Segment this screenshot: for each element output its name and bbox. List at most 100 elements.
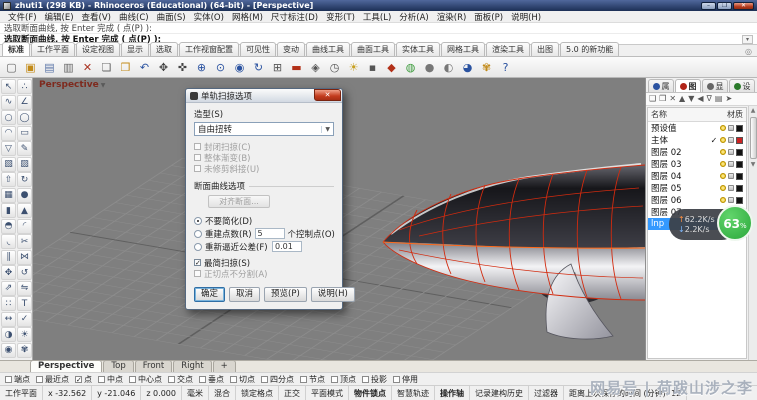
viewport-tab[interactable]: Perspective — [30, 360, 102, 372]
command-dropdown-icon[interactable]: ▾ — [742, 35, 753, 44]
menu-item[interactable]: 网格(M) — [228, 11, 267, 23]
maximize-button[interactable]: ❐ — [717, 2, 732, 10]
tool-palette-button[interactable]: ◉ — [1, 343, 16, 358]
toolbar-tab[interactable]: 可见性 — [240, 42, 276, 56]
toolbar-tab[interactable]: 变动 — [277, 42, 305, 56]
tool-palette-button[interactable]: ✓ — [17, 312, 32, 327]
menu-item[interactable]: 说明(H) — [507, 11, 545, 23]
panel-tab[interactable]: 属 — [648, 79, 674, 92]
toolbar-button[interactable]: ▥ — [60, 59, 77, 76]
layer-tool-button[interactable]: ▲ — [679, 93, 685, 105]
toolbar-tab[interactable]: 工作视窗配置 — [179, 42, 239, 56]
osnap-checkbox[interactable]: 停用 — [393, 374, 418, 385]
toolbar-button[interactable]: ☀ — [345, 59, 362, 76]
tool-palette-button[interactable]: ↖ — [1, 79, 16, 94]
tool-palette-button[interactable]: ◑ — [1, 327, 16, 342]
layer-lock-icon[interactable] — [728, 161, 734, 167]
layer-row[interactable]: 图层 02 — [648, 146, 746, 158]
toolbar-button[interactable]: ❏ — [98, 59, 115, 76]
panel-tab[interactable]: 图 — [675, 79, 701, 92]
tool-palette-button[interactable]: ◟ — [1, 234, 16, 249]
tool-palette-button[interactable]: ∿ — [1, 95, 16, 110]
menu-item[interactable]: 变形(T) — [322, 11, 359, 23]
toolbar-button[interactable]: ⊕ — [193, 59, 210, 76]
toolbar-button[interactable]: ▤ — [41, 59, 58, 76]
toolbar-tab[interactable]: 设定视图 — [76, 42, 120, 56]
layer-tool-button[interactable]: ➤ — [725, 93, 732, 105]
tool-palette-button[interactable]: ✾ — [17, 343, 32, 358]
toolbar-tab[interactable]: 曲面工具 — [351, 42, 395, 56]
toolbar-button[interactable]: ▪ — [364, 59, 381, 76]
tool-palette-button[interactable]: ✥ — [1, 265, 16, 280]
menu-item[interactable]: 查看(V) — [78, 11, 115, 23]
do-not-simplify-radio[interactable]: 不要简化(D) — [194, 214, 334, 227]
status-field[interactable]: z 0.000 — [141, 386, 182, 400]
toolbar-button[interactable]: ◈ — [307, 59, 324, 76]
osnap-checkbox[interactable]: 交点 — [168, 374, 193, 385]
minimize-button[interactable]: – — [701, 2, 716, 10]
toolbar-tab[interactable]: 出图 — [531, 42, 559, 56]
layer-lock-icon[interactable] — [728, 149, 734, 155]
status-field[interactable]: 平面模式 — [306, 386, 349, 400]
scroll-up-icon[interactable]: ▲ — [751, 107, 756, 115]
layer-lock-icon[interactable] — [728, 185, 734, 191]
osnap-checkbox[interactable]: 四分点 — [261, 374, 294, 385]
osnap-checkbox[interactable]: 中点 — [98, 374, 123, 385]
toolbar-button[interactable]: ✜ — [174, 59, 191, 76]
osnap-checkbox[interactable]: 垂点 — [199, 374, 224, 385]
osnap-checkbox[interactable]: 最近点 — [36, 374, 69, 385]
toolbar-button[interactable]: ↶ — [136, 59, 153, 76]
layer-material-swatch[interactable] — [736, 125, 743, 132]
toolbar-tab[interactable]: 实体工具 — [396, 42, 440, 56]
untrimmed-miters-checkbox[interactable]: 未修剪斜接(U) — [194, 163, 334, 174]
toolbar-tab[interactable]: 曲线工具 — [306, 42, 350, 56]
layer-material-swatch[interactable] — [736, 197, 743, 204]
layer-visibility-bulb-icon[interactable] — [720, 161, 726, 167]
global-blend-checkbox[interactable]: 整体渐变(B) — [194, 152, 334, 163]
osnap-checkbox[interactable]: 端点 — [5, 374, 30, 385]
tool-palette-button[interactable]: ∴ — [17, 79, 32, 94]
toolbar-tab[interactable]: 标准 — [2, 42, 30, 56]
status-field[interactable]: 智慧轨迹 — [392, 386, 435, 400]
menu-item[interactable]: 渲染(R) — [433, 11, 471, 23]
scroll-thumb[interactable] — [750, 117, 757, 159]
dialog-button[interactable]: 取消 — [229, 287, 260, 302]
close-button[interactable]: ✕ — [733, 2, 754, 10]
layer-visibility-bulb-icon[interactable] — [720, 197, 726, 203]
osnap-checkbox[interactable]: 顶点 — [331, 374, 356, 385]
panel-tab[interactable]: 显 — [702, 79, 728, 92]
toolbar-tab[interactable]: 显示 — [121, 42, 149, 56]
status-field[interactable]: 混合 — [209, 386, 236, 400]
viewport-tab[interactable]: Top — [103, 360, 133, 372]
menu-item[interactable]: 面板(P) — [470, 11, 507, 23]
dialog-button[interactable]: 预览(P) — [264, 287, 307, 302]
rebuild-points-radio[interactable]: 重建点数(R) 个控制点(O) — [194, 227, 334, 240]
status-field[interactable]: 物件锁点 — [349, 386, 392, 400]
status-field[interactable]: 记录建构历史 — [470, 386, 529, 400]
layer-row[interactable]: 图层 03 — [648, 158, 746, 170]
layer-lock-icon[interactable] — [728, 197, 734, 203]
toolbar-button[interactable]: ● — [421, 59, 438, 76]
layer-visibility-bulb-icon[interactable] — [720, 137, 726, 143]
toolbar-tab[interactable]: 网格工具 — [441, 42, 485, 56]
tool-palette-button[interactable]: ∷ — [1, 296, 16, 311]
toolbar-button[interactable]: ? — [497, 59, 514, 76]
layer-lock-icon[interactable] — [728, 125, 734, 131]
toolbar-tab[interactable]: 选取 — [150, 42, 178, 56]
layer-visibility-bulb-icon[interactable] — [720, 173, 726, 179]
viewport-tab[interactable]: + — [213, 360, 236, 372]
refit-tolerance-field[interactable] — [272, 241, 302, 252]
toolbar-tab[interactable]: 5.0 的新功能 — [560, 42, 619, 56]
toolbar-button[interactable]: ▬ — [288, 59, 305, 76]
tool-palette-button[interactable]: ∥ — [1, 250, 16, 265]
layer-tool-button[interactable]: ◀ — [697, 93, 703, 105]
net-speed-overlay[interactable]: ↑62.2K/s ↓2.2K/s 63% — [669, 204, 755, 246]
osnap-checkbox[interactable]: 中心点 — [129, 374, 162, 385]
viewport-label[interactable]: Perspective▼ — [39, 80, 105, 90]
tool-palette-button[interactable]: ◜ — [17, 219, 32, 234]
tool-palette-button[interactable]: ● — [17, 188, 32, 203]
tool-palette-button[interactable]: ▽ — [1, 141, 16, 156]
menu-item[interactable]: 编辑(E) — [41, 11, 78, 23]
toolbar-button[interactable]: ❒ — [117, 59, 134, 76]
tool-palette-button[interactable]: ▲ — [17, 203, 32, 218]
